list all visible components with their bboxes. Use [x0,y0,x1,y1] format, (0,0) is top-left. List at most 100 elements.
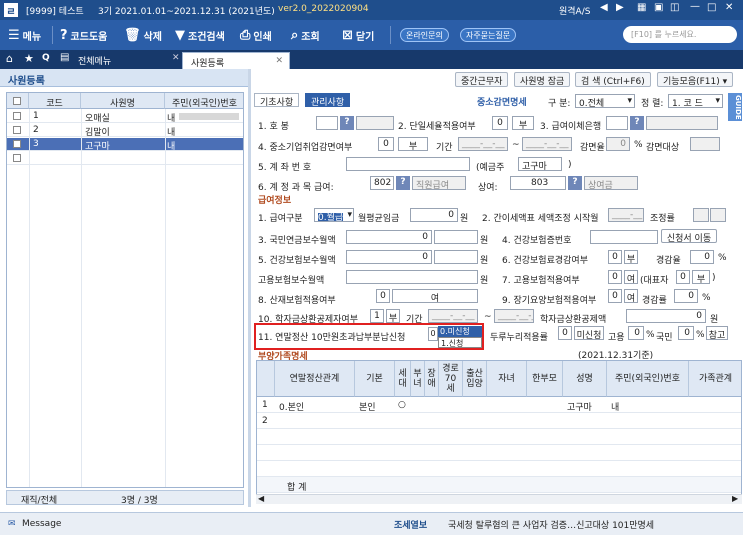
table-row[interactable]: 3 고구마 내 [7,138,243,152]
monthly-avg-input[interactable]: 0 [410,208,458,222]
horizontal-scrollbar[interactable]: ◀ ▶ [256,494,742,504]
col-name[interactable]: 사원명 [81,93,165,109]
reduction-target-input[interactable] [690,137,720,151]
period-end-input[interactable]: ____-__-__ [522,137,572,151]
table-row[interactable]: 1 0.본인 본인 ○ 고구마 내 [257,397,741,413]
health-monthly-extra[interactable] [434,250,478,264]
tab-close-icon[interactable]: ✕ [172,53,180,63]
bonus-account-help-icon[interactable]: ? [568,176,582,190]
salary-account-help-icon[interactable]: ? [396,176,410,190]
col-rrn[interactable]: 주민(외국인)번호 [165,93,243,109]
col-child[interactable]: 자녀 [487,361,527,397]
reduce-rate-input[interactable]: 0 [690,250,714,264]
print-button[interactable]: ⎙ 인쇄 [240,28,272,43]
tab-basic[interactable]: 기초사항 [254,93,300,108]
holder-input[interactable]: 고구마 [518,157,562,171]
message-label[interactable]: Message [22,519,61,529]
col-wife[interactable]: 부녀 [411,361,425,397]
mid-worker-button[interactable]: 중간근무자 [455,72,509,87]
tab-reduction[interactable]: 중소감면명세 [477,95,527,108]
row-checkbox[interactable] [13,154,21,162]
close-window-icon[interactable]: ✕ [725,2,733,13]
col-relation[interactable]: 연말정산관계 [275,361,355,397]
home-icon[interactable]: ⌂ [6,52,13,65]
loan-end-input[interactable]: ____-__-__ [494,309,534,323]
col-head[interactable]: 세대 [395,361,411,397]
delete-button[interactable]: 🗑 삭제 [124,28,162,43]
scroll-left-icon[interactable]: ◀ [258,494,264,503]
row-checkbox[interactable] [13,126,21,134]
bank-input[interactable] [606,116,628,130]
remote-as-button[interactable]: 원격A/S [559,4,590,17]
reference-button[interactable]: 참고 [706,326,728,341]
menu-search-input[interactable]: [F10] 를 누르세요. [623,26,737,43]
table-row[interactable]: 2 [257,413,741,429]
loan-start-input[interactable]: ____-__-__ [428,309,478,323]
search-icon[interactable]: Q [42,53,50,63]
col-rrn[interactable]: 주민(외국인)번호 [607,361,689,397]
arrow-left-icon[interactable]: ◀ [600,2,608,13]
table-row[interactable]: 2 김말이 내 [7,124,243,138]
employ-rate-input[interactable]: 0 [628,326,644,340]
maximize-icon[interactable]: □ [707,2,716,13]
employ-monthly-input[interactable] [346,270,478,284]
loan-amount-input[interactable]: 0 [626,309,706,323]
tab-employee-register[interactable]: 사원등록 ✕ [182,52,290,69]
code-help-button[interactable]: ? 코드도움 [60,28,107,43]
arrow-right-icon[interactable]: ▶ [616,2,624,13]
online-inquiry-button[interactable]: 온라인문의 [400,28,449,42]
calendar-icon[interactable]: ▤ [60,52,69,63]
student-loan-code[interactable]: 1 [370,309,384,323]
lookup-button[interactable]: ⌕ 조회 [291,28,320,43]
application-move-button[interactable]: 신청서 이동 [661,229,717,244]
tab-management[interactable]: 관리사항 [305,93,351,108]
table-row[interactable]: 1 오매실 내 [7,110,243,124]
select-all-checkbox[interactable] [13,97,21,105]
select-all-header[interactable] [7,93,29,109]
grid-icon[interactable]: ▦ [637,2,646,13]
menu-button[interactable]: ☰ 메뉴 [8,28,41,43]
tax-adjust-start-input[interactable]: ____-__ [608,208,644,222]
col-elderly[interactable]: 경로70세 [439,361,463,397]
pension-monthly-input[interactable]: 0 [346,230,432,244]
table-row-empty[interactable] [7,152,243,165]
pension-monthly-extra[interactable] [434,230,478,244]
faq-button[interactable]: 자주묻는질문 [460,28,517,42]
tab-all-menu[interactable]: 전체메뉴 [78,54,111,67]
window-icon[interactable]: ▣ [654,2,663,13]
col-disabled[interactable]: 장애 [425,361,439,397]
col-name[interactable]: 성명 [563,361,607,397]
news-text[interactable]: 국세청 탈루혐의 큰 사업자 검증…신고대상 101만명세 [448,518,654,531]
period-start-input[interactable]: ____-__-__ [458,137,508,151]
minimize-icon[interactable]: — [690,1,700,12]
table-row-empty[interactable] [257,429,741,445]
name-lock-button[interactable]: 사원명 잠금 [514,72,571,87]
row-checkbox[interactable] [13,140,21,148]
health-monthly-input[interactable]: 0 [346,250,432,264]
scroll-right-icon[interactable]: ▶ [732,494,738,503]
employ-apply-code[interactable]: 0 [608,270,622,284]
pension-rate-input[interactable]: 0 [678,326,694,340]
col-basic[interactable]: 기본 [355,361,395,397]
splitter[interactable] [248,69,251,507]
health-reduce-code[interactable]: 0 [608,250,622,264]
durunuri-code[interactable]: 0 [558,326,572,340]
bank-help-icon[interactable]: ? [630,116,644,130]
sme-reduction-code[interactable]: 0 [378,137,394,151]
sort-select[interactable]: 0.전체 ▾ [575,94,635,108]
col-family[interactable]: 가족관계 [689,361,741,397]
longterm-care-code[interactable]: 0 [608,289,622,303]
star-icon[interactable]: ★ [24,52,34,65]
reduction-rate-input[interactable]: 0 [606,137,630,151]
col-birth[interactable]: 출산입양 [463,361,487,397]
col-single-parent[interactable]: 한부모 [527,361,563,397]
tab-close-icon[interactable]: ✕ [275,56,283,66]
single-tax-code[interactable]: 0 [492,116,508,130]
care-rate-input[interactable]: 0 [674,289,698,303]
layout-icon[interactable]: ◫ [670,2,679,13]
close-button[interactable]: ⊠ 닫기 [342,28,374,43]
function-collection-button[interactable]: 기능모음(F11) ▾ [657,72,734,87]
grade-input[interactable] [316,116,338,130]
industrial-code[interactable]: 0 [376,289,390,303]
pay-type-select[interactable]: 0.월급 ▾ [314,208,354,222]
